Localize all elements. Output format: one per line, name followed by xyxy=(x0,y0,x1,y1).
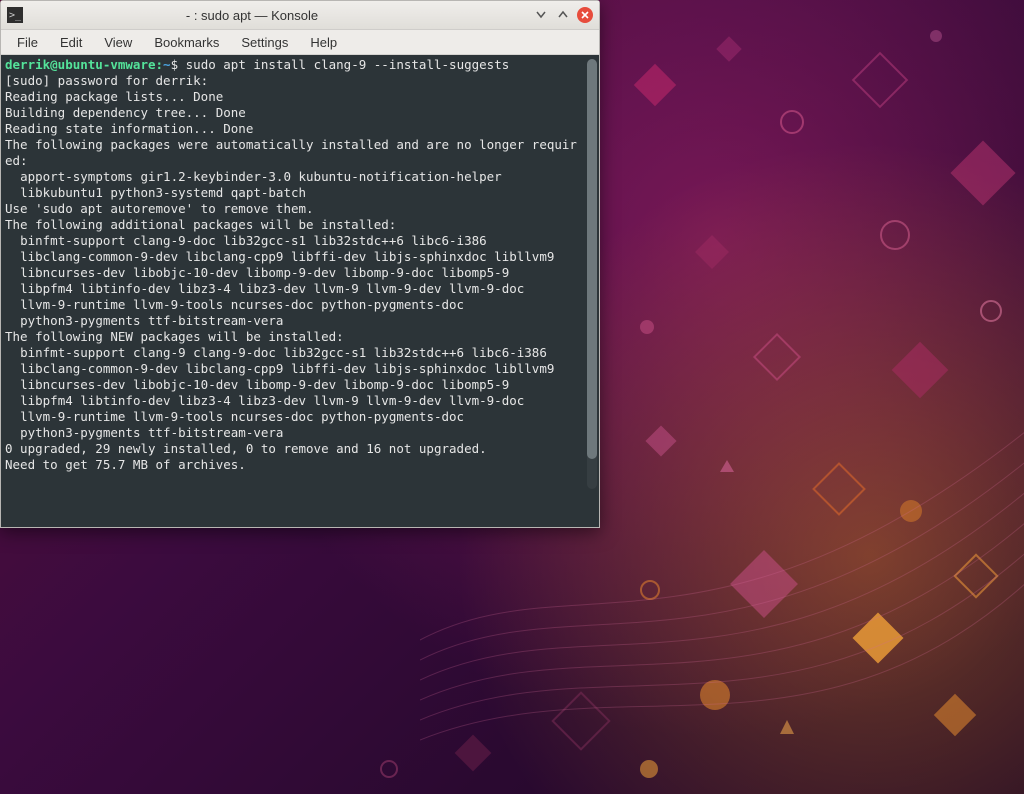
menu-edit[interactable]: Edit xyxy=(50,33,92,52)
prompt-userhost: derrik@ubuntu-vmware xyxy=(5,57,156,72)
terminal-line: Reading package lists... Done xyxy=(5,89,223,104)
prompt-path: ~ xyxy=(163,57,171,72)
konsole-window: >_ - : sudo apt — Konsole File Edit View… xyxy=(0,0,600,528)
terminal-line: libclang-common-9-dev libclang-cpp9 libf… xyxy=(5,361,554,376)
terminal-line: Building dependency tree... Done xyxy=(5,105,246,120)
terminal-line: llvm-9-runtime llvm-9-tools ncurses-doc … xyxy=(5,409,464,424)
terminal-line: apport-symptoms gir1.2-keybinder-3.0 kub… xyxy=(5,169,502,184)
konsole-app-icon: >_ xyxy=(7,7,23,23)
terminal-scrollbar[interactable] xyxy=(587,59,597,489)
terminal-line: llvm-9-runtime llvm-9-tools ncurses-doc … xyxy=(5,297,464,312)
menubar: File Edit View Bookmarks Settings Help xyxy=(1,30,599,55)
close-button[interactable] xyxy=(577,7,593,23)
menu-settings[interactable]: Settings xyxy=(231,33,298,52)
terminal-line: libkubuntu1 python3-systemd qapt-batch xyxy=(5,185,306,200)
terminal-viewport[interactable]: derrik@ubuntu-vmware:~$ sudo apt install… xyxy=(1,55,599,527)
terminal-line: The following additional packages will b… xyxy=(5,217,396,232)
terminal-line: libclang-common-9-dev libclang-cpp9 libf… xyxy=(5,249,554,264)
terminal-line: [sudo] password for derrik: xyxy=(5,73,208,88)
terminal-line: binfmt-support clang-9-doc lib32gcc-s1 l… xyxy=(5,233,487,248)
menu-bookmarks[interactable]: Bookmarks xyxy=(144,33,229,52)
titlebar[interactable]: >_ - : sudo apt — Konsole xyxy=(1,1,599,30)
terminal-line: libncurses-dev libobjc-10-dev libomp-9-d… xyxy=(5,265,509,280)
terminal-line: The following NEW packages will be insta… xyxy=(5,329,344,344)
terminal-line: binfmt-support clang-9 clang-9-doc lib32… xyxy=(5,345,547,360)
menu-view[interactable]: View xyxy=(94,33,142,52)
maximize-button[interactable] xyxy=(555,7,571,23)
entered-command: sudo apt install clang-9 --install-sugge… xyxy=(186,57,510,72)
terminal-line: libpfm4 libtinfo-dev libz3-4 libz3-dev l… xyxy=(5,393,524,408)
minimize-button[interactable] xyxy=(533,7,549,23)
terminal-line: python3-pygments ttf-bitstream-vera xyxy=(5,313,283,328)
terminal-line: Reading state information... Done xyxy=(5,121,253,136)
prompt-symbol: $ xyxy=(171,57,179,72)
terminal-line: The following packages were automaticall… xyxy=(5,137,577,152)
menu-help[interactable]: Help xyxy=(300,33,347,52)
terminal-line: python3-pygments ttf-bitstream-vera xyxy=(5,425,283,440)
menu-file[interactable]: File xyxy=(7,33,48,52)
terminal-line: Need to get 75.7 MB of archives. xyxy=(5,457,246,472)
terminal-line: libncurses-dev libobjc-10-dev libomp-9-d… xyxy=(5,377,509,392)
terminal-line: libpfm4 libtinfo-dev libz3-4 libz3-dev l… xyxy=(5,281,524,296)
window-title: - : sudo apt — Konsole xyxy=(31,8,533,23)
scrollbar-thumb[interactable] xyxy=(587,59,597,459)
terminal-line: Use 'sudo apt autoremove' to remove them… xyxy=(5,201,314,216)
terminal-line: 0 upgraded, 29 newly installed, 0 to rem… xyxy=(5,441,487,456)
terminal-line: ed: xyxy=(5,153,28,168)
